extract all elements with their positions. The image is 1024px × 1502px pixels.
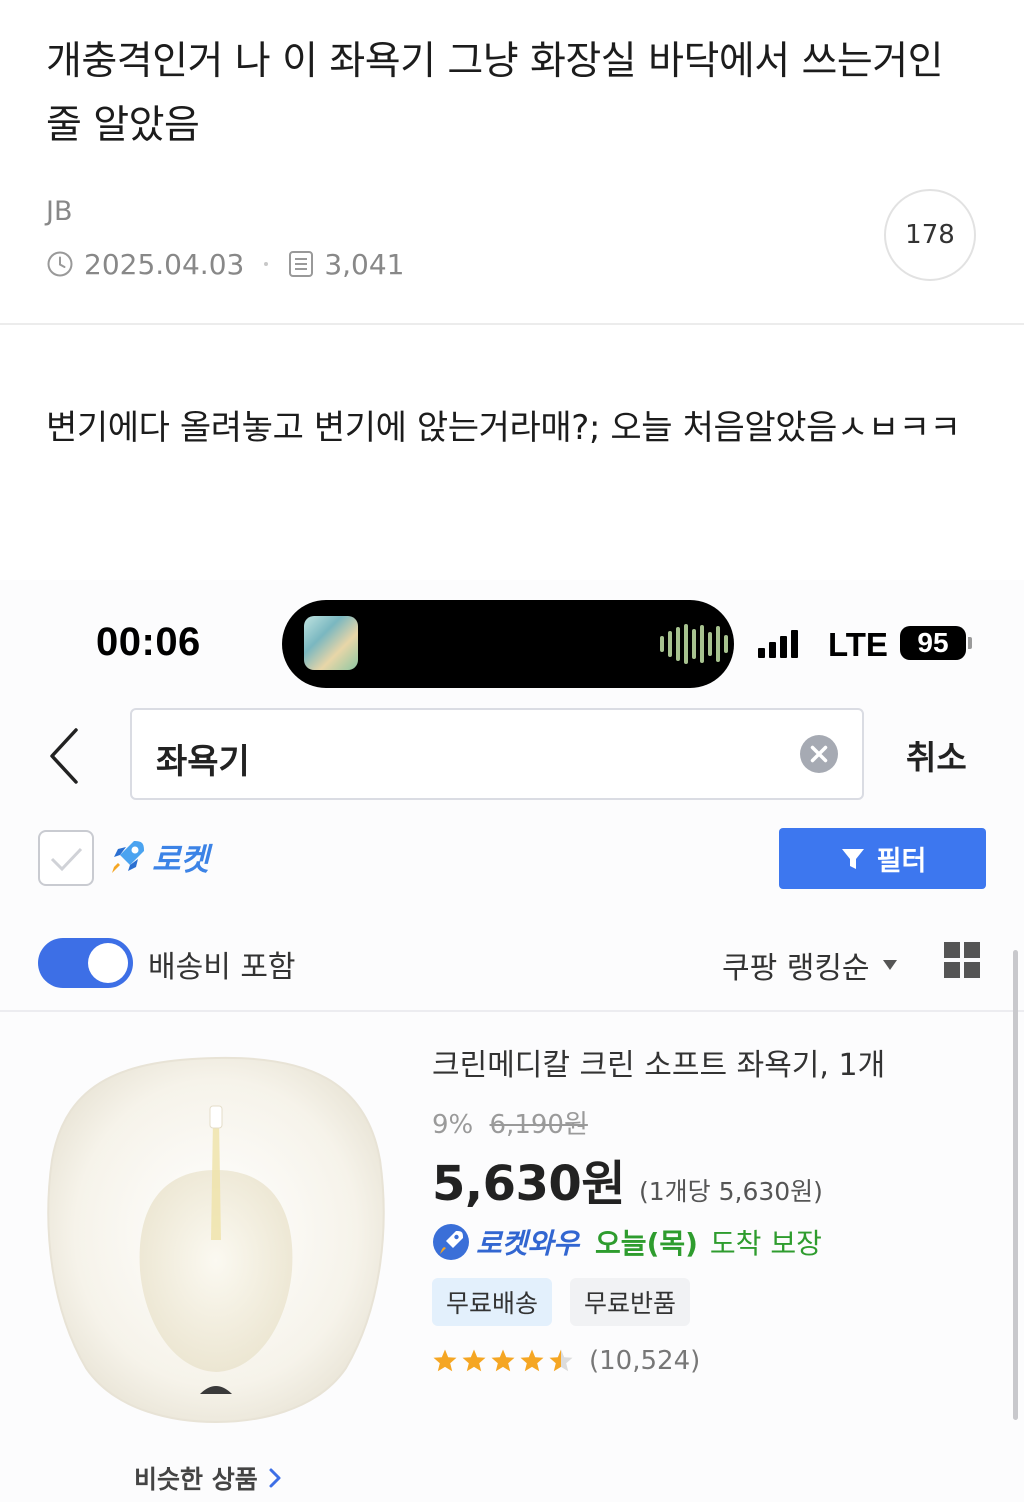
divider bbox=[0, 1010, 1024, 1012]
views-icon bbox=[288, 250, 314, 278]
product-discount-row: 9% 6,190원 bbox=[432, 1104, 588, 1141]
original-price: 6,190원 bbox=[489, 1110, 588, 1140]
toggle-knob bbox=[88, 943, 128, 983]
comment-count-button[interactable]: 178 bbox=[884, 189, 976, 281]
similar-products-link[interactable]: 비슷한 상품 bbox=[134, 1460, 282, 1496]
price-row: 5,630원 (1개당 5,630원) bbox=[432, 1144, 823, 1214]
post-title: 개충격인거 나 이 좌욕기 그냥 화장실 바닥에서 쓰는거인 줄 알았음 bbox=[46, 39, 944, 148]
divider bbox=[0, 323, 1024, 325]
chevron-left-icon bbox=[50, 728, 78, 784]
audio-wave-icon bbox=[660, 624, 728, 664]
check-icon bbox=[50, 847, 83, 872]
caret-down-icon bbox=[882, 960, 897, 970]
battery-nub bbox=[968, 637, 972, 649]
product-image[interactable] bbox=[46, 1050, 386, 1426]
author-name[interactable]: JB bbox=[46, 196, 73, 227]
delivery-day: 오늘(목) bbox=[595, 1227, 698, 1260]
rocket-icon bbox=[112, 840, 144, 873]
grid-view-icon[interactable] bbox=[944, 942, 980, 978]
status-time: 00:06 bbox=[96, 620, 201, 664]
chevron-right-icon bbox=[269, 1468, 281, 1488]
product-title[interactable]: 크린메디칼 크린 소프트 좌욕기, 1개 bbox=[432, 1040, 885, 1084]
post-meta: 2025.04.03 3,041 bbox=[46, 244, 405, 284]
similar-label: 비슷한 상품 bbox=[134, 1465, 258, 1494]
filter-button[interactable]: 필터 bbox=[779, 828, 986, 889]
post-views: 3,041 bbox=[324, 247, 405, 281]
network-label: LTE bbox=[828, 626, 888, 663]
search-query: 좌욕기 bbox=[156, 742, 250, 782]
battery-icon: 95 bbox=[900, 626, 966, 660]
rocket-wow-icon bbox=[433, 1224, 469, 1260]
cancel-button[interactable]: 취소 bbox=[906, 731, 967, 779]
unit-price: (1개당 5,630원) bbox=[639, 1177, 823, 1206]
rocket-label: 로켓 bbox=[152, 842, 210, 878]
filter-label: 필터 bbox=[876, 846, 927, 877]
tag-free-return: 무료반품 bbox=[570, 1278, 691, 1326]
clear-icon bbox=[800, 735, 838, 773]
post-date: 2025.04.03 bbox=[84, 247, 245, 281]
review-count: (10,524) bbox=[589, 1346, 701, 1376]
post-body: 변기에다 올려놓고 변기에 앉는거라매?; 오늘 처음알았음ㅅㅂㅋㅋ bbox=[46, 408, 961, 448]
rating-row[interactable]: (10,524) bbox=[432, 1346, 700, 1376]
delivery-note: 도착 보장 bbox=[709, 1227, 822, 1260]
tag-free-shipping: 무료배송 bbox=[432, 1278, 553, 1326]
star-icon bbox=[433, 1349, 457, 1372]
delivery-badge: 로켓와우 bbox=[476, 1227, 580, 1260]
discount-rate: 9% bbox=[432, 1110, 474, 1140]
rocket-checkbox[interactable] bbox=[38, 830, 94, 886]
search-input[interactable]: 좌욕기 bbox=[130, 708, 864, 800]
signal-icon bbox=[758, 628, 798, 658]
meta-separator bbox=[264, 262, 269, 266]
back-button[interactable] bbox=[44, 724, 88, 788]
star-rating bbox=[432, 1348, 574, 1374]
battery-level: 95 bbox=[917, 627, 949, 658]
sort-dropdown[interactable]: 쿠팡 랭킹순 bbox=[722, 943, 898, 987]
filter-icon bbox=[841, 848, 864, 869]
shipping-toggle-label: 배송비 포함 bbox=[148, 950, 296, 985]
scrollbar[interactable] bbox=[1013, 950, 1018, 1420]
star-icon bbox=[491, 1349, 515, 1372]
delivery-row: 로켓와우 오늘(목) 도착 보장 bbox=[432, 1222, 822, 1262]
clear-search-button[interactable] bbox=[800, 735, 838, 773]
shipping-toggle[interactable] bbox=[38, 938, 133, 988]
comment-count: 178 bbox=[905, 220, 955, 250]
star-icon bbox=[549, 1349, 573, 1372]
star-icon bbox=[520, 1349, 544, 1372]
album-art-icon bbox=[304, 616, 358, 670]
rocket-filter-label[interactable]: 로켓 bbox=[108, 834, 209, 879]
star-icon bbox=[462, 1349, 486, 1372]
embedded-screenshot: 00:06 LTE 95 좌욕기 취소 로켓 필터 배송비 포함 쿠팡 랭킹순 … bbox=[0, 580, 1024, 1502]
clock-icon bbox=[46, 250, 74, 278]
sort-label: 쿠팡 랭킹순 bbox=[722, 951, 870, 986]
sale-price: 5,630원 bbox=[432, 1156, 626, 1212]
